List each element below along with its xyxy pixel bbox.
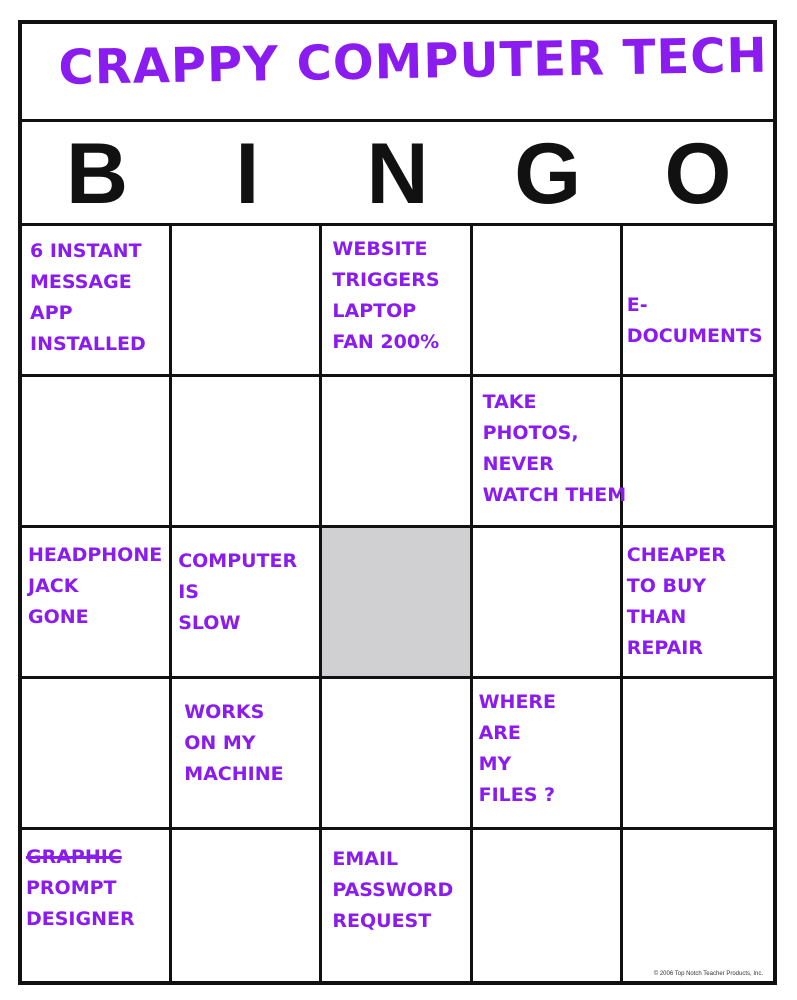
bingo-cell: EMAIL PASSWORD REQUEST [322, 830, 473, 981]
letter-i: I [235, 126, 260, 222]
handwritten-entry: GRAPHIC PROMPT DESIGNER [26, 846, 135, 930]
copyright-notice: © 2006 Top Notch Teacher Products, Inc. [653, 971, 763, 977]
bingo-cell [622, 377, 773, 528]
bingo-cell: 6 INSTANT MESSAGE APP INSTALLED [22, 226, 173, 377]
letter-g: G [514, 126, 582, 222]
bingo-cell [472, 226, 623, 377]
letter-n: N [366, 126, 429, 222]
bingo-cell: WHERE ARE MY FILES ? [472, 679, 623, 830]
bingo-cell: TAKE PHOTOS, NEVER WATCH THEM [472, 377, 626, 528]
bingo-cell [172, 226, 323, 377]
handwritten-entry: WHERE ARE MY FILES ? [478, 691, 557, 806]
bingo-cell [322, 377, 473, 528]
bingo-cell [472, 528, 623, 679]
struck-word: GRAPHIC [26, 846, 122, 868]
bingo-cell [322, 679, 473, 830]
bingo-cell [473, 830, 623, 981]
card-title: CRAPPY COMPUTER TECH [58, 27, 769, 96]
letter-o: O [664, 126, 732, 222]
handwritten-entry: TAKE PHOTOS, NEVER WATCH THEM [482, 391, 627, 506]
bingo-cell: HEADPHONE JACK GONE [22, 528, 173, 679]
bingo-cell [172, 377, 323, 528]
handwritten-entry: E- DOCUMENTS [626, 294, 763, 347]
handwritten-entry: 6 INSTANT MESSAGE APP INSTALLED [30, 240, 146, 355]
free-space-cell [322, 528, 473, 679]
handwritten-entry: WORKS ON MY MACHINE [184, 701, 284, 785]
bingo-cell: COMPUTER IS SLOW [172, 528, 323, 679]
bingo-cell [172, 830, 323, 981]
handwritten-entry: CHEAPER TO BUY THAN REPAIR [626, 544, 726, 659]
bingo-cell: CHEAPER TO BUY THAN REPAIR [622, 528, 773, 679]
letter-b: B [66, 126, 129, 222]
bingo-cell [622, 679, 773, 830]
bingo-cell: E- DOCUMENTS [622, 226, 773, 377]
bingo-cell [623, 830, 773, 981]
handwritten-entry: WEBSITE TRIGGERS LAPTOP FAN 200% [332, 238, 440, 353]
bingo-grid: 6 INSTANT MESSAGE APP INSTALLED WEBSITE T… [22, 226, 773, 981]
bingo-cell [22, 377, 173, 528]
handwritten-entry: COMPUTER IS SLOW [178, 550, 298, 634]
title-band: CRAPPY COMPUTER TECH [22, 24, 773, 122]
bingo-cell: WEBSITE TRIGGERS LAPTOP FAN 200% [322, 226, 473, 377]
bingo-cell: GRAPHIC PROMPT DESIGNER [22, 830, 173, 981]
handwritten-entry: EMAIL PASSWORD REQUEST [332, 848, 454, 932]
bingo-cell [22, 679, 173, 830]
bingo-header: B I N G O [22, 122, 773, 226]
handwritten-entry: HEADPHONE JACK GONE [28, 544, 163, 628]
bingo-cell: WORKS ON MY MACHINE [172, 679, 323, 830]
bingo-card: CRAPPY COMPUTER TECH B I N G O 6 INSTANT… [18, 20, 777, 985]
